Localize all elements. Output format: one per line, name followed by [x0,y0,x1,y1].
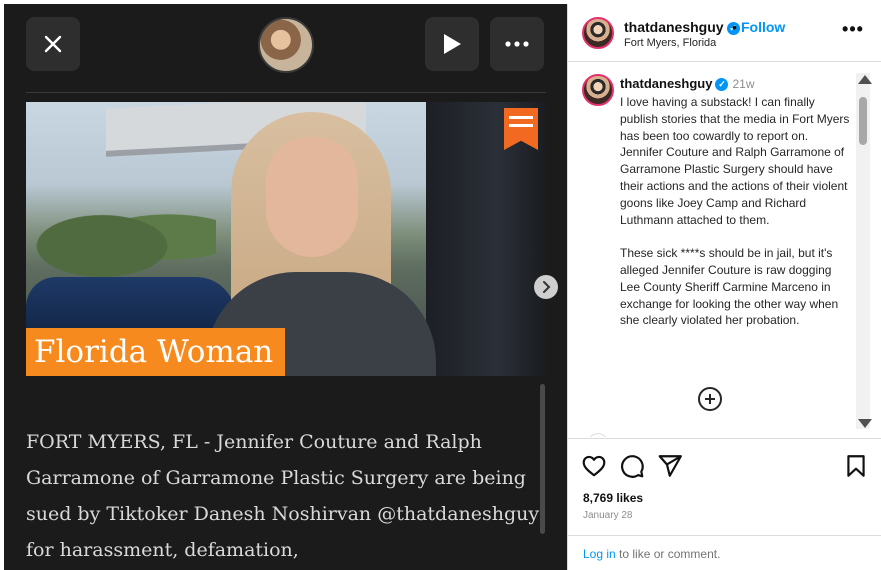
media-scrollbar[interactable] [540,384,545,534]
header-more-button[interactable]: ••• [838,20,868,42]
load-more-comments-button[interactable] [698,387,722,411]
login-suffix: to like or comment. [615,547,721,561]
caption-area: thatdaneshguy ✓ 21w I love having a substa… [568,63,881,437]
next-comment-avatar [588,433,608,437]
more-icon [505,41,529,47]
caption-scrollbar-thumb[interactable] [859,97,867,145]
more-options-button[interactable] [490,17,544,71]
separator-dot: • [732,19,737,35]
photo-caption: Florida Woman [26,328,286,376]
heart-icon [582,455,606,477]
close-button[interactable] [26,17,80,71]
caption-username[interactable]: thatdaneshguy [620,76,712,91]
media-viewer: Florida Woman FORT MYERS, FL - Jennifer … [4,4,567,570]
verified-badge-icon: ✓ [715,78,729,91]
like-button[interactable] [581,453,607,479]
play-button[interactable] [425,17,479,71]
login-link[interactable]: Log in [583,547,616,561]
post-header: thatdaneshguy ✓ • Follow Fort Myers, Flor… [568,4,881,62]
scroll-up-arrow-icon[interactable] [858,75,872,84]
login-prompt: Log in to like or comment. [568,535,881,570]
paper-plane-icon [658,455,682,477]
play-icon [444,34,461,54]
header-username[interactable]: thatdaneshguy ✓ [624,19,740,35]
caption-header: thatdaneshguy ✓ 21w [620,76,754,91]
plus-circle-icon [705,394,715,404]
scroll-down-arrow-icon[interactable] [858,419,872,428]
save-button[interactable] [843,453,869,479]
share-button[interactable] [657,453,683,479]
divider [26,92,546,93]
article-text: FORT MYERS, FL - Jennifer Couture and Ra… [26,431,540,561]
caption-avatar[interactable] [582,74,614,106]
carousel-next-button[interactable] [534,275,558,299]
post-photo: Florida Woman [26,102,546,376]
chevron-right-icon [543,281,551,293]
comment-icon [621,455,644,478]
post-date[interactable]: January 28 [583,510,632,521]
caption-time[interactable]: 21w [732,77,754,91]
location-link[interactable]: Fort Myers, Florida [624,37,716,49]
author-avatar[interactable] [258,17,314,73]
close-icon [44,35,62,53]
header-avatar[interactable] [582,17,614,49]
follow-button[interactable]: Follow [741,19,785,35]
post-sidebar: thatdaneshguy ✓ • Follow Fort Myers, Flor… [567,4,881,570]
actions-area: 8,769 likes January 28 Log in to like or… [568,438,881,570]
comment-button[interactable] [619,453,645,479]
caption-text: I love having a substack! I can finally … [620,95,850,328]
likes-count[interactable]: 8,769 likes [583,491,643,505]
bookmark-icon [847,455,865,477]
